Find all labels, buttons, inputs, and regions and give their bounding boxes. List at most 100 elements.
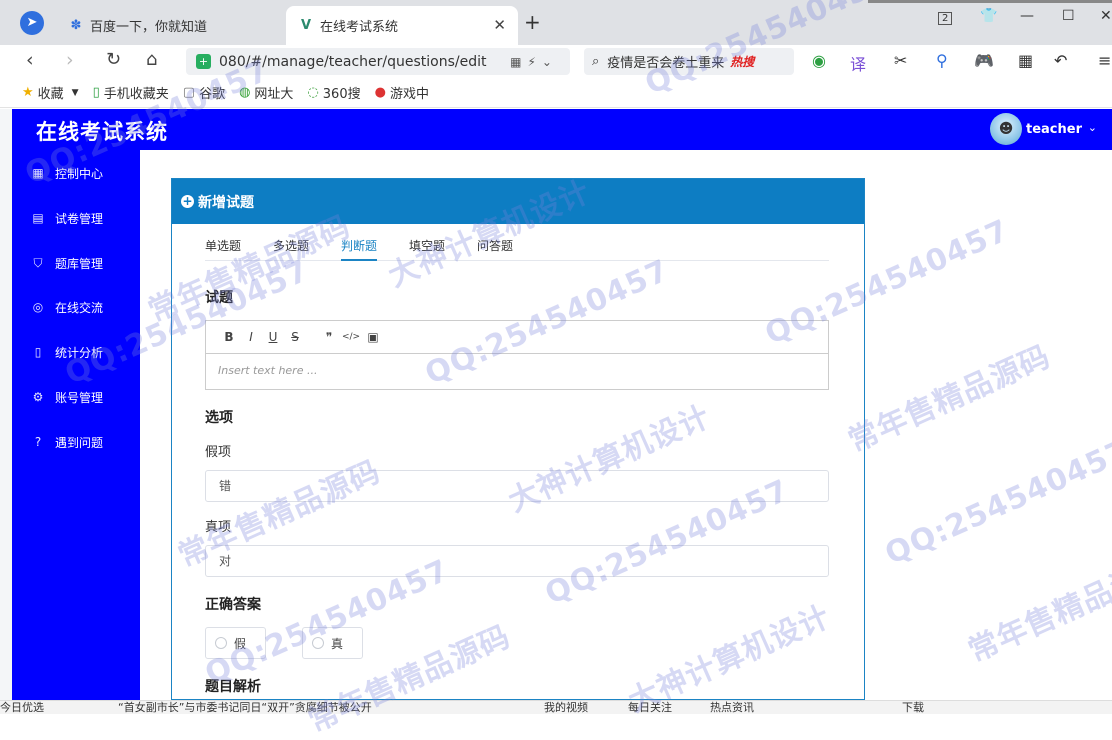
- tab-title: 在线考试系统: [320, 20, 399, 35]
- magnifier-icon[interactable]: ⚲: [936, 51, 948, 70]
- quote-icon[interactable]: ❞: [318, 330, 340, 344]
- bookmark-label: 360搜: [322, 87, 361, 102]
- scissors-icon[interactable]: ✂: [894, 51, 907, 70]
- false-option-input[interactable]: 错: [205, 470, 829, 502]
- phone-icon: ▯: [92, 85, 100, 100]
- browser-tab-bar: ➤ ✽ 百度一下，你就知道 V 在线考试系统 ✕ + 2 👕 — ☐ ✕: [0, 0, 1112, 45]
- translate-icon[interactable]: 译: [850, 51, 866, 75]
- url-actions[interactable]: ▦⚡⌄: [510, 55, 570, 69]
- grid-icon: ▦: [32, 166, 44, 180]
- shirt-icon[interactable]: 👕: [980, 8, 997, 24]
- gear-icon: ⚙: [32, 390, 44, 404]
- tab-single-choice[interactable]: 单选题: [205, 237, 241, 261]
- tab-essay[interactable]: 问答题: [477, 237, 513, 261]
- false-option-label: 假项: [205, 445, 232, 460]
- code-icon[interactable]: </>: [340, 332, 362, 342]
- bookmark-games[interactable]: ● 游戏中: [375, 83, 429, 102]
- tab-true-false[interactable]: 判断题: [341, 237, 378, 261]
- page-icon: ▢: [182, 85, 196, 100]
- sidebar-item-label: 在线交流: [55, 300, 104, 315]
- window-count-badge[interactable]: 2: [938, 12, 953, 25]
- bookmark-mobile[interactable]: ▯ 手机收藏夹: [93, 83, 169, 102]
- italic-button[interactable]: I: [240, 330, 262, 344]
- chevron-down-icon[interactable]: ⌄: [1088, 121, 1097, 134]
- sidebar-item-help[interactable]: ? 遇到问题: [12, 427, 140, 457]
- bookmark-label: 手机收藏夹: [103, 87, 169, 102]
- document-icon: ▤: [32, 211, 44, 225]
- answer-true-radio[interactable]: 真: [302, 627, 363, 659]
- search-box[interactable]: ⌕ 疫情是否会卷土重来 热搜: [584, 48, 794, 75]
- bold-button[interactable]: B: [218, 330, 240, 344]
- browser-tab-baidu[interactable]: ✽ 百度一下，你就知道: [56, 6, 284, 45]
- caret-down-icon[interactable]: ▼: [72, 88, 79, 98]
- answer-false-radio[interactable]: 假: [205, 627, 266, 659]
- sidebar-item-accounts[interactable]: ⚙ 账号管理: [12, 382, 140, 412]
- options-label: 选项: [205, 410, 233, 426]
- reload-icon[interactable]: ↻: [106, 49, 121, 70]
- sidebar: ▦ 控制中心 ▤ 试卷管理 ⛉ 题库管理 ◎ 在线交流 ▯ 统计分析 ⚙ 账号管…: [12, 150, 140, 700]
- headset-icon: ◎: [32, 300, 44, 314]
- phone-icon: ▯: [34, 345, 42, 359]
- bookmarks-bar: ★ 收藏 ▼ ▯ 手机收藏夹 ▢ 谷歌 ◍ 网址大 ◌ 360搜 ● 游戏中: [0, 78, 1112, 108]
- sidebar-item-statistics[interactable]: ▯ 统计分析: [12, 337, 140, 367]
- bookmark-google[interactable]: ▢ 谷歌: [183, 83, 225, 102]
- avatar[interactable]: ☻: [990, 113, 1022, 145]
- image-icon[interactable]: ▣: [362, 330, 384, 344]
- plus-circle-icon: +: [181, 194, 194, 208]
- sidebar-item-question-bank[interactable]: ⛉ 题库管理: [12, 248, 140, 278]
- undo-icon[interactable]: ↶: [1054, 51, 1067, 70]
- back-icon[interactable]: ‹: [26, 49, 34, 71]
- editor-input[interactable]: Insert text here ...: [206, 354, 828, 387]
- sidebar-item-label: 控制中心: [55, 166, 104, 181]
- url-text: 080/#/manage/teacher/questions/edit: [219, 53, 487, 70]
- sidebar-item-papers[interactable]: ▤ 试卷管理: [12, 203, 140, 233]
- close-icon[interactable]: ✕: [493, 16, 506, 34]
- analysis-label: 题目解析: [205, 679, 261, 695]
- status-item[interactable]: 热点资讯: [710, 701, 754, 714]
- question-icon: ?: [34, 435, 42, 449]
- user-menu[interactable]: teacher: [1026, 122, 1082, 137]
- strike-button[interactable]: S: [284, 330, 306, 344]
- menu-icon[interactable]: ≡: [1098, 51, 1111, 70]
- bag-icon: ⛉: [33, 255, 43, 270]
- search-360-icon: ◌: [307, 85, 319, 100]
- sidebar-item-label: 账号管理: [55, 390, 104, 405]
- status-item[interactable]: 每日关注: [628, 701, 672, 714]
- card-title: 新增试题: [198, 194, 254, 211]
- browser-tab-exam[interactable]: V 在线考试系统 ✕: [286, 6, 518, 45]
- sidebar-item-label: 遇到问题: [55, 435, 104, 450]
- status-item[interactable]: 我的视频: [544, 701, 588, 714]
- tab-fill-blank[interactable]: 填空题: [409, 237, 445, 261]
- maximize-icon[interactable]: ☐: [1062, 8, 1075, 24]
- star-icon: ★: [22, 85, 34, 100]
- extension-icon[interactable]: ◉: [812, 51, 826, 70]
- vue-logo-icon: V: [300, 17, 312, 33]
- bookmark-360[interactable]: ◌ 360搜: [307, 83, 360, 102]
- baidu-paw-icon: ✽: [70, 17, 82, 33]
- address-toolbar: ‹ › ↻ ⌂ + 080/#/manage/teacher/questions…: [0, 45, 1112, 78]
- close-window-icon[interactable]: ✕: [1100, 8, 1112, 24]
- status-news[interactable]: “首女副市长”与市委书记同日“双开”贪腐细节被公开: [118, 701, 372, 714]
- true-option-input[interactable]: 对: [205, 545, 829, 577]
- radio-circle-icon: [312, 637, 324, 649]
- minimize-icon[interactable]: —: [1020, 8, 1034, 24]
- navigation-icon[interactable]: ➤: [20, 11, 44, 35]
- bookmark-favorites[interactable]: ★ 收藏 ▼: [22, 83, 79, 102]
- top-shadow-bar: [868, 0, 1112, 3]
- new-tab-button[interactable]: +: [524, 10, 541, 34]
- bookmark-sites[interactable]: ◍ 网址大: [239, 83, 293, 102]
- underline-button[interactable]: U: [262, 330, 284, 344]
- forward-icon[interactable]: ›: [66, 49, 74, 71]
- add-question-card: + 新增试题 单选题 多选题 判断题 填空题 问答题 试题 B I U S ❞ …: [171, 178, 865, 700]
- sidebar-item-chat[interactable]: ◎ 在线交流: [12, 292, 140, 322]
- home-icon[interactable]: ⌂: [146, 49, 157, 70]
- apps-grid-icon[interactable]: ▦: [1018, 51, 1033, 70]
- sidebar-item-dashboard[interactable]: ▦ 控制中心: [12, 158, 140, 188]
- tab-multiple-choice[interactable]: 多选题: [273, 237, 309, 261]
- url-bar[interactable]: + 080/#/manage/teacher/questions/edit ▦⚡…: [186, 48, 570, 75]
- question-type-tabs: 单选题 多选题 判断题 填空题 问答题: [205, 235, 829, 261]
- gamepad-icon[interactable]: 🎮: [974, 51, 994, 70]
- status-item[interactable]: 今日优选: [0, 701, 44, 714]
- status-item[interactable]: 下载: [902, 701, 924, 714]
- radio-circle-icon: [215, 637, 227, 649]
